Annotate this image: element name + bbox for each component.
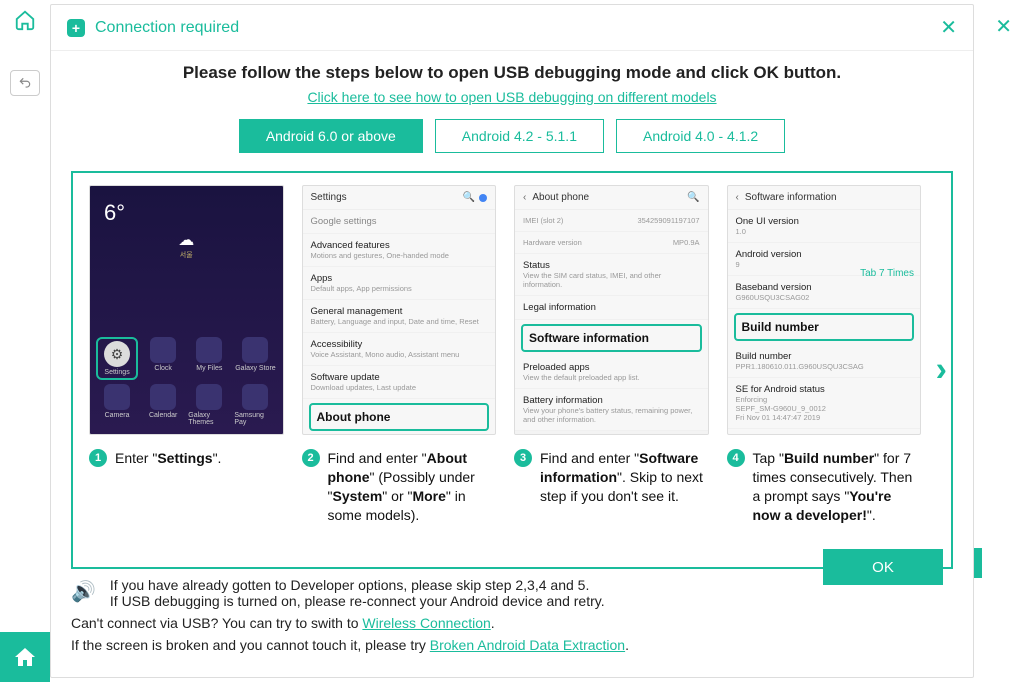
step-number: 4 xyxy=(727,449,745,467)
help-link[interactable]: Click here to see how to open USB debugg… xyxy=(307,89,716,105)
phone-screenshot-4: ‹Software information One UI version1.0 … xyxy=(727,185,922,435)
step-text: Tap "Build number" for 7 times consecuti… xyxy=(753,449,922,525)
modal-close-icon[interactable]: ✕ xyxy=(940,15,957,40)
instruction-text: Please follow the steps below to open US… xyxy=(71,63,953,83)
footer-line-4: If the screen is broken and you cannot t… xyxy=(71,637,953,653)
about-phone-highlight: About phone xyxy=(309,403,490,431)
footer-line-1: If you have already gotten to Developer … xyxy=(110,577,605,593)
phone-screenshot-2: Settings🔍 Google settings Advanced featu… xyxy=(302,185,497,435)
tab-android-4-2[interactable]: Android 4.2 - 5.1.1 xyxy=(435,119,604,153)
step-number: 1 xyxy=(89,449,107,467)
step-text: Find and enter "About phone" (Possibly u… xyxy=(328,449,497,525)
app-close-icon[interactable]: ✕ xyxy=(995,14,1012,39)
step-text: Enter "Settings". xyxy=(115,449,221,468)
tab-android-4-0[interactable]: Android 4.0 - 4.1.2 xyxy=(616,119,785,153)
plus-icon: + xyxy=(67,19,85,37)
android-version-tabs: Android 6.0 or above Android 4.2 - 5.1.1… xyxy=(71,119,953,153)
step-number: 3 xyxy=(514,449,532,467)
build-number-highlight: Build number xyxy=(734,313,915,341)
home-filled-icon[interactable] xyxy=(0,632,50,682)
step-number: 2 xyxy=(302,449,320,467)
wireless-connection-link[interactable]: Wireless Connection xyxy=(362,615,490,631)
back-button[interactable] xyxy=(10,70,40,96)
broken-android-link[interactable]: Broken Android Data Extraction xyxy=(430,637,625,653)
step-4: ‹Software information One UI version1.0 … xyxy=(727,185,922,525)
tab-android-6[interactable]: Android 6.0 or above xyxy=(239,119,423,153)
phone-screenshot-3: ‹About phone🔍 IMEI (slot 2)3542590911971… xyxy=(514,185,709,435)
speaker-icon: 🔊 xyxy=(71,579,96,604)
software-info-highlight: Software information xyxy=(521,324,702,352)
ok-button[interactable]: OK xyxy=(823,549,943,585)
footer-line-2: If USB debugging is turned on, please re… xyxy=(110,593,605,609)
home-icon[interactable] xyxy=(0,0,50,40)
modal-header: + Connection required ✕ xyxy=(51,5,973,51)
next-arrow-icon[interactable]: › xyxy=(936,351,947,390)
step-1: 6° ☁ 서울 ⚙Settings Clock My Files Galaxy … xyxy=(89,185,284,525)
steps-container: 6° ☁ 서울 ⚙Settings Clock My Files Galaxy … xyxy=(71,171,953,569)
tap-7-times-tag: Tab 7 Times xyxy=(860,268,914,279)
step-3: ‹About phone🔍 IMEI (slot 2)3542590911971… xyxy=(514,185,709,525)
phone-screenshot-1: 6° ☁ 서울 ⚙Settings Clock My Files Galaxy … xyxy=(89,185,284,435)
connection-modal: + Connection required ✕ Please follow th… xyxy=(50,4,974,678)
step-2: Settings🔍 Google settings Advanced featu… xyxy=(302,185,497,525)
step-text: Find and enter "Software information". S… xyxy=(540,449,709,506)
footer-line-3: Can't connect via USB? You can try to sw… xyxy=(71,615,953,631)
modal-title: Connection required xyxy=(95,19,239,37)
